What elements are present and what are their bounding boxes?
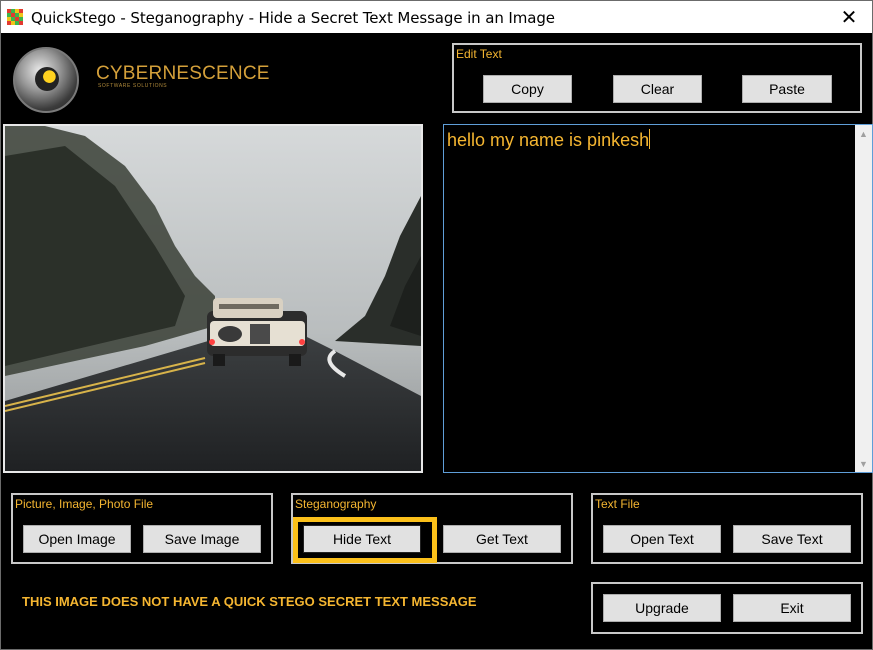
open-image-button[interactable]: Open Image bbox=[23, 525, 131, 553]
steganography-group: Steganography Hide Text Get Text bbox=[291, 493, 573, 564]
title-bar: QuickStego - Steganography - Hide a Secr… bbox=[0, 0, 873, 33]
status-message: THIS IMAGE DOES NOT HAVE A QUICK STEGO S… bbox=[22, 594, 477, 609]
hide-text-button[interactable]: Hide Text bbox=[303, 525, 421, 553]
window-title: QuickStego - Steganography - Hide a Secr… bbox=[31, 9, 555, 27]
secret-message-textarea[interactable]: hello my name is pinkesh ▲ ▼ bbox=[443, 124, 873, 473]
vertical-scrollbar[interactable]: ▲ ▼ bbox=[855, 125, 872, 472]
close-icon: ✕ bbox=[840, 6, 858, 29]
cybernescence-logo-icon bbox=[13, 47, 79, 113]
scroll-up-icon[interactable]: ▲ bbox=[855, 125, 872, 142]
edit-text-group: Edit Text Copy Clear Paste bbox=[452, 43, 862, 113]
text-caret bbox=[649, 129, 651, 149]
save-text-button[interactable]: Save Text bbox=[733, 525, 851, 553]
text-file-group: Text File Open Text Save Text bbox=[591, 493, 863, 564]
text-file-label: Text File bbox=[595, 497, 640, 511]
exit-button[interactable]: Exit bbox=[733, 594, 851, 622]
message-text: hello my name is pinkesh bbox=[447, 129, 651, 150]
logo-name: CYBERNESCENCE bbox=[96, 63, 270, 84]
save-image-button[interactable]: Save Image bbox=[143, 525, 261, 553]
open-text-button[interactable]: Open Text bbox=[603, 525, 721, 553]
scroll-down-icon[interactable]: ▼ bbox=[855, 455, 872, 472]
clear-button[interactable]: Clear bbox=[613, 75, 702, 103]
picture-file-label: Picture, Image, Photo File bbox=[15, 497, 154, 511]
edit-text-label: Edit Text bbox=[456, 47, 502, 61]
quickstego-app-icon bbox=[7, 9, 23, 25]
picture-file-group: Picture, Image, Photo File Open Image Sa… bbox=[11, 493, 273, 564]
cover-image bbox=[3, 124, 423, 473]
upgrade-button[interactable]: Upgrade bbox=[603, 594, 721, 622]
main-window: CYBERNESCENCE SOFTWARE SOLUTIONS Edit Te… bbox=[0, 33, 873, 650]
copy-button[interactable]: Copy bbox=[483, 75, 572, 103]
get-text-button[interactable]: Get Text bbox=[443, 525, 561, 553]
logo-subtitle: SOFTWARE SOLUTIONS bbox=[98, 83, 168, 89]
steganography-label: Steganography bbox=[295, 497, 377, 511]
footer-group: Upgrade Exit bbox=[591, 582, 863, 634]
paste-button[interactable]: Paste bbox=[742, 75, 832, 103]
close-button[interactable]: ✕ bbox=[826, 1, 872, 33]
